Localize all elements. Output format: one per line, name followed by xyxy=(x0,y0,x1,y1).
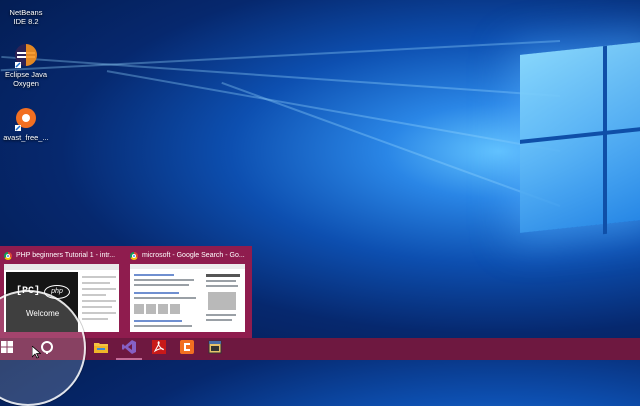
desktop-icon-netbeans[interactable]: NetBeans IDE 8.2 xyxy=(0,0,52,26)
window-app-button[interactable] xyxy=(202,338,228,360)
desktop-icon-label: avast_free_... xyxy=(3,133,49,142)
light-beam xyxy=(0,40,561,72)
folder-icon xyxy=(94,340,108,358)
preview-title-text: PHP beginners Tutorial 1 - intr... xyxy=(16,252,116,259)
orange-app-button[interactable] xyxy=(174,338,200,360)
light-beam xyxy=(221,81,561,207)
avast-icon xyxy=(13,105,39,131)
window-app-icon xyxy=(208,340,222,359)
eclipse-icon xyxy=(13,42,39,68)
taskbar xyxy=(0,338,640,360)
light-beam xyxy=(106,70,561,152)
acrobat-button[interactable] xyxy=(146,338,172,360)
preview-title-text: microsoft - Google Search - Go... xyxy=(142,252,245,259)
mouse-cursor-icon xyxy=(31,345,42,364)
preview-title: microsoft - Google Search - Go... xyxy=(130,250,248,262)
wallpaper-pane-divider xyxy=(603,45,607,235)
desktop-icon-label: Eclipse Java Oxygen xyxy=(4,70,48,88)
desktop-icon-eclipse[interactable]: Eclipse Java Oxygen xyxy=(0,42,52,88)
preview-page xyxy=(130,264,245,332)
preview-title: PHP beginners Tutorial 1 - intr... xyxy=(4,250,122,262)
orange-app-icon xyxy=(180,339,194,359)
file-explorer-button[interactable] xyxy=(88,338,114,360)
chrome-icon xyxy=(130,252,138,260)
visual-studio-button[interactable] xyxy=(116,338,142,360)
desktop-icon-avast[interactable]: avast_free_... xyxy=(0,105,52,142)
acrobat-icon xyxy=(152,339,166,359)
chrome-icon xyxy=(4,252,12,260)
light-beam xyxy=(1,55,561,97)
preview-google-search[interactable]: microsoft - Google Search - Go... xyxy=(126,246,250,338)
visual-studio-icon xyxy=(122,339,136,359)
desktop-icon-label: NetBeans IDE 8.2 xyxy=(9,8,43,26)
